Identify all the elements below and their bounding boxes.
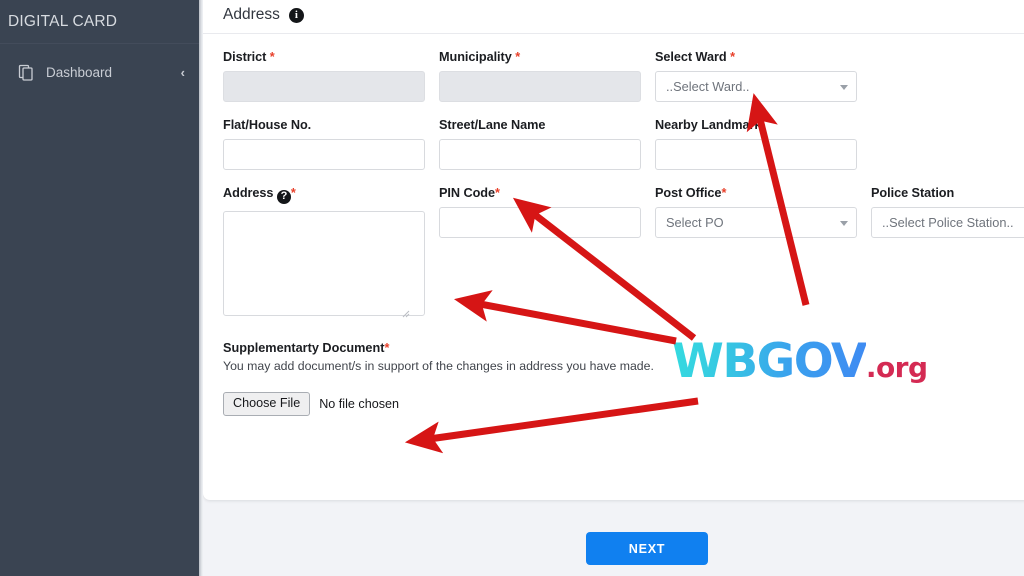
sidebar-nav: Dashboard ‹ [0, 44, 199, 90]
field-police-station-label: Police Station [871, 186, 955, 200]
form-body: District * Municipality * Select Ward * [203, 34, 1024, 417]
supplementary-document-help-text: You may add document/s in support of the… [223, 358, 654, 373]
next-button[interactable]: NEXT [586, 532, 708, 565]
nearby-landmark-input[interactable] [655, 139, 857, 170]
required-asterisk: * [721, 186, 727, 200]
field-post-office-label: Post Office* [655, 186, 727, 200]
field-flat-house-no-label: Flat/House No. [223, 118, 312, 132]
field-municipality-label: Municipality * [439, 50, 521, 64]
field-pin-code: PIN Code* [439, 186, 655, 321]
chevron-down-icon [840, 220, 848, 226]
sidebar: DIGITAL CARD Dashboard ‹ [0, 0, 199, 576]
required-asterisk: * [511, 50, 521, 64]
post-office-dropdown[interactable]: Select PO [655, 207, 857, 238]
field-select-ward: Select Ward * ..Select Ward.. [655, 50, 871, 102]
select-ward-value: ..Select Ward.. [666, 79, 750, 94]
police-station-dropdown[interactable]: ..Select Police Station.. [871, 207, 1024, 238]
required-asterisk: * [384, 340, 390, 355]
supplementary-document-label: Supplementarty Document* [223, 340, 390, 355]
field-row1-empty [871, 50, 1024, 102]
field-address: Address ? * [223, 186, 439, 321]
field-flat-house-no: Flat/House No. [223, 118, 439, 170]
field-municipality: Municipality * [439, 50, 655, 102]
address-form-card: Address i District * Municipality * Sele… [203, 0, 1024, 500]
form-row-1: District * Municipality * Select Ward * [223, 50, 1024, 102]
form-row-3: Address ? * PIN Code* Post Office* Selec… [223, 186, 1024, 321]
help-icon[interactable]: ? [276, 189, 291, 204]
district-input[interactable] [223, 71, 425, 102]
field-pin-code-label: PIN Code* [439, 186, 500, 200]
field-address-label: Address ? * [223, 186, 296, 204]
required-asterisk: * [266, 50, 275, 64]
card-header: Address i [203, 0, 1024, 34]
info-icon[interactable]: i [288, 7, 304, 23]
field-police-station: Police Station ..Select Police Station.. [871, 186, 1024, 321]
required-asterisk: * [495, 186, 500, 200]
select-ward-dropdown[interactable]: ..Select Ward.. [655, 71, 857, 102]
field-district: District * [223, 50, 439, 102]
supplementary-document-section: Supplementarty Document* You may add doc… [223, 341, 1024, 417]
address-textarea[interactable] [223, 210, 425, 316]
documents-icon [18, 64, 35, 81]
sidebar-divider [199, 0, 203, 576]
chevron-down-icon [840, 84, 848, 90]
field-select-ward-label: Select Ward * [655, 50, 735, 64]
file-upload-row: Choose File No file chosen [223, 391, 1024, 417]
field-district-label: District * [223, 50, 275, 64]
sidebar-collapse-icon[interactable]: ‹ [181, 66, 185, 79]
required-asterisk: * [726, 50, 735, 64]
field-street-lane-name-label: Street/Lane Name [439, 118, 546, 132]
field-post-office: Post Office* Select PO [655, 186, 871, 321]
required-asterisk: * [290, 186, 296, 200]
sidebar-brand: DIGITAL CARD [0, 0, 199, 44]
field-nearby-landmark: Nearby Landmark [655, 118, 871, 170]
choose-file-button[interactable]: Choose File [223, 391, 311, 417]
form-row-2: Flat/House No. Street/Lane Name Nearby L… [223, 118, 1024, 170]
application-root: DIGITAL CARD Dashboard ‹ Address i Distr… [0, 0, 1024, 576]
field-nearby-landmark-label: Nearby Landmark [655, 118, 762, 132]
post-office-value: Select PO [666, 215, 724, 230]
file-status-text: No file chosen [319, 396, 400, 411]
page-title: Address [223, 6, 280, 23]
municipality-input[interactable] [439, 71, 641, 102]
sidebar-brand-label: DIGITAL CARD [8, 12, 118, 30]
field-row2-empty [871, 118, 1024, 170]
street-lane-name-input[interactable] [439, 139, 641, 170]
flat-house-no-input[interactable] [223, 139, 425, 170]
sidebar-item-dashboard-label: Dashboard [46, 64, 113, 80]
police-station-value: ..Select Police Station.. [882, 215, 1014, 230]
field-street-lane-name: Street/Lane Name [439, 118, 655, 170]
pin-code-input[interactable] [439, 207, 641, 238]
sidebar-item-dashboard[interactable]: Dashboard ‹ [0, 54, 199, 90]
